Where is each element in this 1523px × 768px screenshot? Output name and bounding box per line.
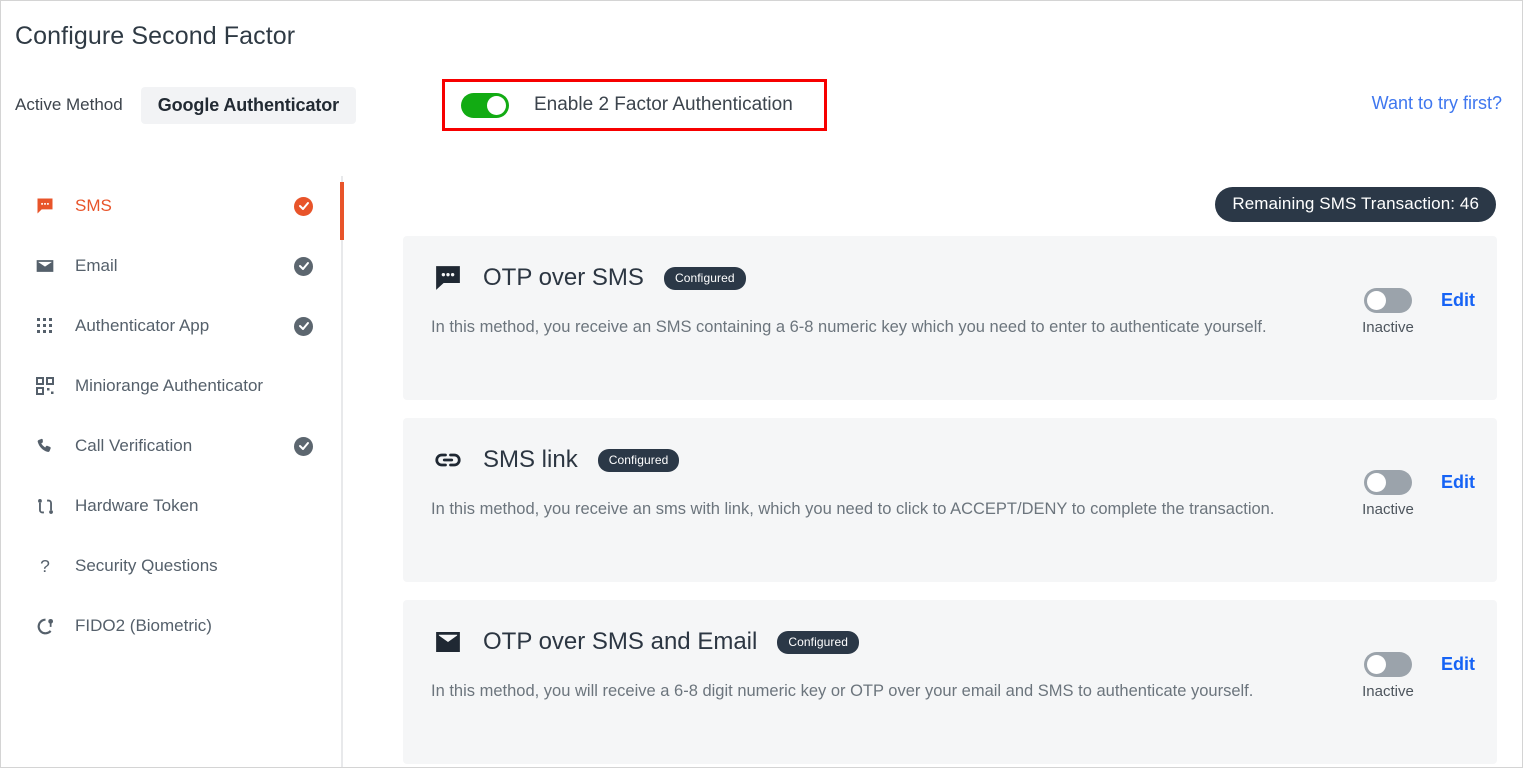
method-toggle[interactable]	[1364, 652, 1412, 677]
question-mark-icon: ?	[34, 555, 56, 577]
method-card-sms-link[interactable]: SMS link Configured In this method, you …	[403, 418, 1497, 582]
sidebar-item-label: FIDO2 (Biometric)	[75, 616, 212, 635]
method-card-otp-over-sms-and-email[interactable]: OTP over SMS and Email Configured In thi…	[403, 600, 1497, 764]
toggle-knob	[1367, 291, 1386, 310]
page-title: Configure Second Factor	[15, 22, 296, 50]
envelope-icon	[34, 255, 56, 277]
toggle-caption: Inactive	[1362, 319, 1414, 336]
sidebar-item-label: Call Verification	[75, 436, 193, 455]
sidebar-item-label: SMS	[75, 196, 112, 215]
toggle-knob	[1367, 655, 1386, 674]
active-method-row: Active Method Google Authenticator	[15, 85, 357, 125]
sidebar-item-security-questions[interactable]: ? Security Questions	[1, 536, 341, 596]
sidebar-item-label: Authenticator App	[75, 316, 210, 335]
edit-link[interactable]: Edit	[1441, 290, 1475, 311]
card-actions: Inactive Edit	[1357, 470, 1475, 518]
want-to-try-first-link[interactable]: Want to try first?	[1372, 93, 1502, 114]
remaining-sms-transaction-badge: Remaining SMS Transaction: 46	[1215, 187, 1496, 222]
method-toggle[interactable]	[1364, 288, 1412, 313]
sidebar-item-label: Security Questions	[75, 556, 218, 575]
active-method-value: Google Authenticator	[140, 86, 357, 124]
toggle-caption: Inactive	[1362, 683, 1414, 700]
card-actions: Inactive Edit	[1357, 288, 1475, 336]
sms-bubble-icon	[431, 261, 465, 295]
toggle-knob	[1367, 473, 1386, 492]
method-sidebar: SMS Email Authenticator App Miniorange A…	[1, 176, 341, 767]
card-description: In this method, you receive an sms with …	[431, 500, 1275, 518]
card-title: OTP over SMS and Email	[483, 628, 758, 655]
sidebar-item-label: Email	[75, 256, 118, 275]
sidebar-item-fido2-biometric[interactable]: FIDO2 (Biometric)	[1, 596, 341, 656]
sms-bubble-icon	[34, 195, 56, 217]
enable-2fa-label: Enable 2 Factor Authentication	[534, 94, 793, 115]
status-badge: Configured	[597, 448, 680, 472]
method-toggle[interactable]	[1364, 470, 1412, 495]
method-card-otp-over-sms[interactable]: OTP over SMS Configured In this method, …	[403, 236, 1497, 400]
sidebar-item-label: Hardware Token	[75, 496, 199, 515]
grid-dots-icon	[34, 315, 56, 337]
toggle-caption: Inactive	[1362, 501, 1414, 518]
phone-icon	[34, 435, 56, 457]
sidebar-item-sms[interactable]: SMS	[1, 176, 341, 236]
card-title: OTP over SMS	[483, 264, 644, 291]
envelope-icon	[431, 625, 465, 659]
qr-code-icon	[34, 375, 56, 397]
card-title: SMS link	[483, 446, 578, 473]
card-header: OTP over SMS and Email Configured	[403, 600, 1497, 659]
hardware-token-icon	[34, 495, 56, 517]
methods-main-panel: Remaining SMS Transaction: 46 OTP over S…	[343, 176, 1522, 767]
configured-check-icon	[294, 436, 313, 456]
link-chain-icon	[431, 443, 465, 477]
card-description: In this method, you will receive a 6-8 d…	[431, 682, 1254, 700]
sidebar-item-call-verification[interactable]: Call Verification	[1, 416, 341, 476]
configure-second-factor-page: Configure Second Factor Active Method Go…	[0, 0, 1523, 768]
sidebar-item-hardware-token[interactable]: Hardware Token	[1, 476, 341, 536]
configured-check-icon	[294, 196, 313, 216]
toggle-knob	[487, 95, 506, 115]
configured-check-icon	[294, 316, 313, 336]
status-badge: Configured	[663, 266, 746, 290]
fido2-key-icon	[34, 615, 56, 637]
edit-link[interactable]: Edit	[1441, 654, 1475, 675]
card-header: SMS link Configured	[403, 418, 1497, 477]
status-badge: Configured	[777, 630, 860, 654]
method-toggle-wrap: Inactive	[1357, 652, 1419, 700]
card-header: OTP over SMS Configured	[403, 236, 1497, 295]
active-method-label: Active Method	[15, 95, 123, 114]
method-toggle-wrap: Inactive	[1357, 288, 1419, 336]
enable-2fa-highlight-box: Enable 2 Factor Authentication	[442, 79, 827, 131]
svg-text:?: ?	[40, 556, 50, 576]
card-description: In this method, you receive an SMS conta…	[431, 318, 1267, 336]
sidebar-item-label: Miniorange Authenticator	[75, 376, 264, 395]
sidebar-item-authenticator-app[interactable]: Authenticator App	[1, 296, 341, 356]
sidebar-item-miniorange-authenticator[interactable]: Miniorange Authenticator	[1, 356, 341, 416]
method-toggle-wrap: Inactive	[1357, 470, 1419, 518]
enable-2fa-toggle[interactable]	[461, 92, 509, 118]
edit-link[interactable]: Edit	[1441, 472, 1475, 493]
sidebar-item-email[interactable]: Email	[1, 236, 341, 296]
configured-check-icon	[294, 256, 313, 276]
card-actions: Inactive Edit	[1357, 652, 1475, 700]
